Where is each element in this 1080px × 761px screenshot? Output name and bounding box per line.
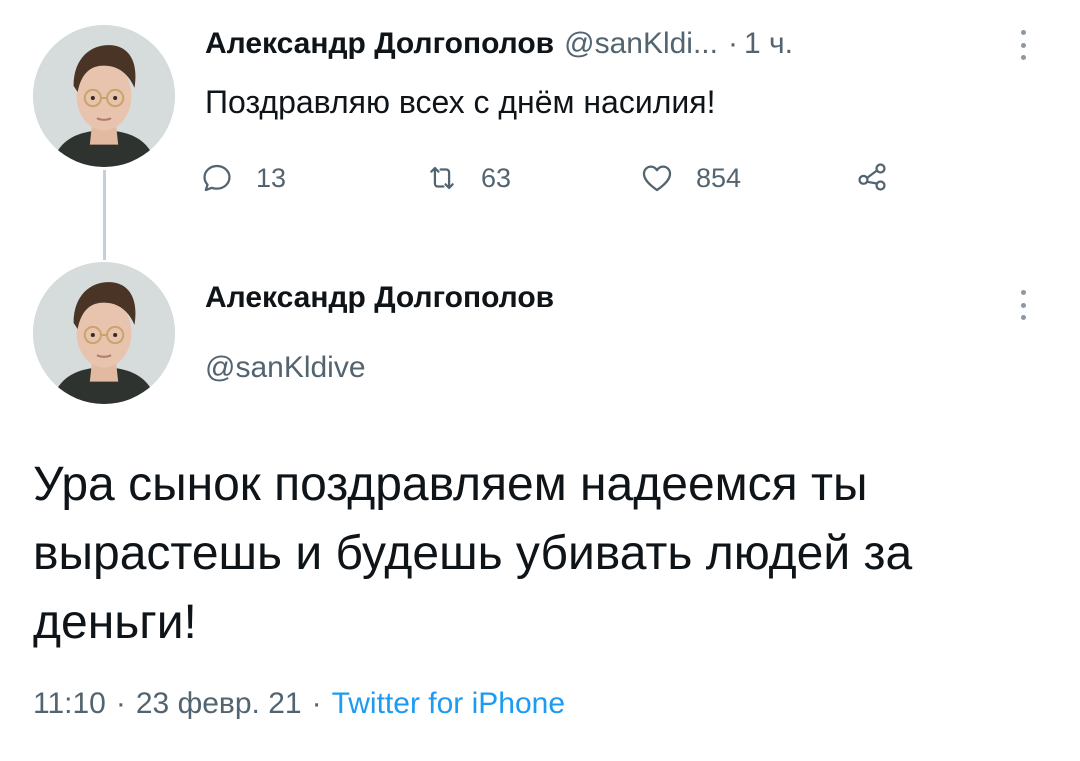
tweet-timestamp[interactable]: 1 ч.: [744, 26, 793, 62]
tweet-metadata: 11:10 · 23 февр. 21 · Twitter for iPhone: [33, 684, 565, 724]
reply-button[interactable]: 13: [200, 160, 286, 196]
tweet-time[interactable]: 11:10: [33, 687, 106, 720]
retweet-button[interactable]: 63: [425, 160, 511, 196]
like-count: 854: [696, 163, 742, 193]
tweet-text: Поздравляю всех с днём насилия!: [205, 84, 716, 120]
avatar-image: [33, 262, 175, 404]
author-handle[interactable]: @sanKldi...: [564, 26, 718, 62]
retweet-count: 63: [481, 163, 512, 193]
author-name[interactable]: Александр Долгополов: [205, 280, 554, 316]
like-button[interactable]: 854: [640, 160, 741, 196]
more-options-button[interactable]: [1019, 290, 1027, 320]
heart-icon: [642, 165, 672, 192]
avatar-image: [33, 25, 175, 167]
separator-dot: ·: [311, 687, 322, 720]
avatar[interactable]: [33, 25, 175, 167]
separator-dot: ·: [727, 27, 738, 60]
reply-count: 13: [256, 163, 287, 193]
avatar[interactable]: [33, 262, 175, 404]
thread-connector-line: [103, 170, 106, 260]
author-name[interactable]: Александр Долгополов: [205, 26, 554, 62]
more-vertical-icon: [1020, 290, 1026, 295]
more-vertical-icon: [1020, 30, 1026, 35]
retweet-icon: [430, 166, 454, 190]
tweet-source-link[interactable]: Twitter for iPhone: [332, 687, 565, 720]
more-options-button[interactable]: [1019, 30, 1027, 60]
tweet-header: Александр Долгополов @sanKldi... · 1 ч.: [205, 26, 793, 62]
tweet-date[interactable]: 23 февр. 21: [136, 687, 302, 720]
tweet-text: Ура сынок поздравляем надеемся ты выраст…: [33, 458, 913, 649]
author-handle[interactable]: @sanKldive: [205, 350, 366, 386]
share-icon: [858, 163, 886, 191]
tweet-actions: 13 63 854: [200, 160, 920, 200]
reply-icon: [203, 164, 231, 192]
share-button[interactable]: [855, 160, 889, 194]
separator-dot: ·: [115, 687, 126, 720]
